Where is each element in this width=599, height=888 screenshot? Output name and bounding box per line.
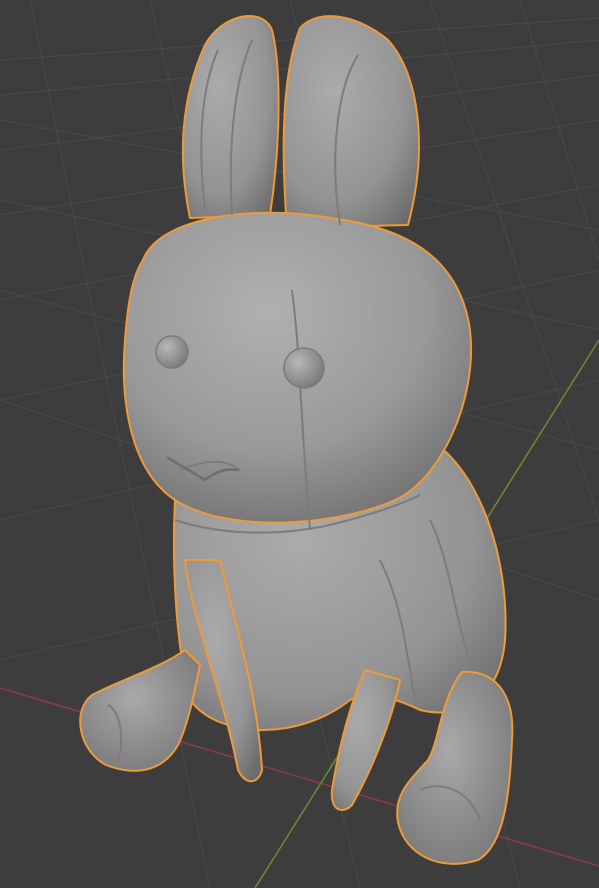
viewport-canvas[interactable] (0, 0, 599, 888)
bunny-ear-right[interactable] (282, 15, 420, 229)
bunny-foot-left[interactable] (79, 649, 201, 772)
bunny-eye-left (155, 335, 189, 369)
3d-viewport[interactable] (0, 0, 599, 888)
bunny-eye-right (283, 347, 325, 389)
selected-mesh-bunny[interactable] (79, 15, 514, 865)
